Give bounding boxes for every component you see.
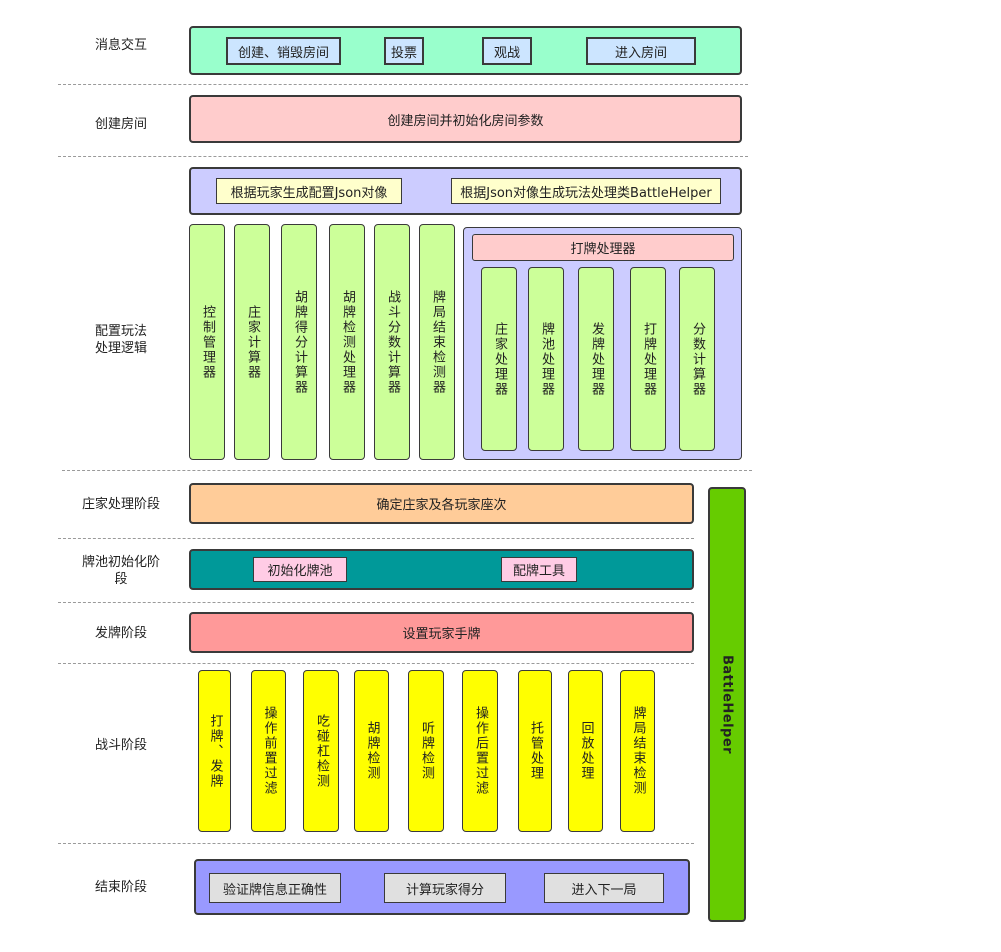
play-handler-column: 庄家处理器 — [481, 267, 517, 451]
play-handler-column: 发牌处理器 — [578, 267, 614, 451]
play-handler-column: 分数计算器 — [679, 267, 715, 451]
stage-label-message: 消息交互 — [94, 38, 147, 53]
stage-label-pool: 牌池初始化阶 段 — [81, 555, 160, 587]
stage-label-config: 配置玩法 处理逻辑 — [94, 324, 147, 356]
create-room-text: 创建房间并初始化房间参数 — [387, 113, 544, 129]
battle-column: 操作后置过滤 — [462, 670, 498, 832]
verify-cards-box: 验证牌信息正确性 — [209, 873, 341, 903]
separator — [58, 84, 748, 85]
battle-column: 操作前置过滤 — [251, 670, 286, 832]
battlehelper-bar: BattleHelper — [708, 487, 746, 922]
enter-room-box: 进入房间 — [586, 37, 696, 65]
stage-label-deal: 发牌阶段 — [94, 626, 147, 641]
config-column: 胡牌检测处理器 — [329, 224, 365, 460]
stage-label-create-room: 创建房间 — [94, 117, 147, 132]
separator — [58, 602, 694, 603]
create-room-panel: 创建房间并初始化房间参数 — [189, 95, 742, 143]
battle-column: 牌局结束检测 — [620, 670, 655, 832]
config-column: 战斗分数计算器 — [374, 224, 410, 460]
config-column: 庄家计算器 — [234, 224, 270, 460]
config-column: 胡牌得分计算器 — [281, 224, 317, 460]
calc-score-box: 计算玩家得分 — [384, 873, 506, 903]
separator — [62, 470, 752, 471]
generate-battlehelper-box: 根据Json对像生成玩法处理类BattleHelper — [451, 178, 721, 204]
next-round-box: 进入下一局 — [544, 873, 664, 903]
battlehelper-text: BattleHelper — [719, 654, 735, 755]
play-handler-column: 打牌处理器 — [630, 267, 666, 451]
battle-column: 胡牌检测 — [354, 670, 389, 832]
spectate-box: 观战 — [482, 37, 532, 65]
config-top-panel: 根据玩家生成配置Json对像 根据Json对像生成玩法处理类BattleHelp… — [189, 167, 742, 215]
message-panel: 创建、销毁房间 投票 观战 进入房间 — [189, 26, 742, 75]
vote-box: 投票 — [384, 37, 424, 65]
separator — [58, 663, 694, 664]
battle-column: 托管处理 — [518, 670, 552, 832]
stage-label-end: 结束阶段 — [94, 880, 147, 895]
battle-column: 听牌检测 — [408, 670, 444, 832]
separator — [58, 538, 694, 539]
separator — [58, 156, 748, 157]
dealer-text: 确定庄家及各玩家座次 — [376, 498, 507, 513]
dealer-panel: 确定庄家及各玩家座次 — [189, 483, 694, 524]
stage-label-battle: 战斗阶段 — [94, 738, 147, 753]
deal-text: 设置玩家手牌 — [402, 627, 481, 642]
create-destroy-room-box: 创建、销毁房间 — [226, 37, 341, 65]
play-handler-title: 打牌处理器 — [472, 234, 734, 261]
battle-column: 打牌、发牌 — [198, 670, 231, 832]
stage-label-dealer: 庄家处理阶段 — [81, 497, 160, 512]
pool-panel: 初始化牌池 配牌工具 — [189, 549, 694, 590]
play-handler-column: 牌池处理器 — [528, 267, 564, 451]
battle-column: 吃碰杠检测 — [303, 670, 339, 832]
deck-tool-box: 配牌工具 — [501, 557, 577, 582]
end-panel: 验证牌信息正确性 计算玩家得分 进入下一局 — [194, 859, 690, 915]
separator — [58, 843, 694, 844]
config-column: 控制管理器 — [189, 224, 225, 460]
init-pool-box: 初始化牌池 — [253, 557, 347, 582]
deal-panel: 设置玩家手牌 — [189, 612, 694, 653]
battle-column: 回放处理 — [568, 670, 603, 832]
generate-json-box: 根据玩家生成配置Json对像 — [216, 178, 402, 204]
config-column: 牌局结束检测器 — [419, 224, 455, 460]
